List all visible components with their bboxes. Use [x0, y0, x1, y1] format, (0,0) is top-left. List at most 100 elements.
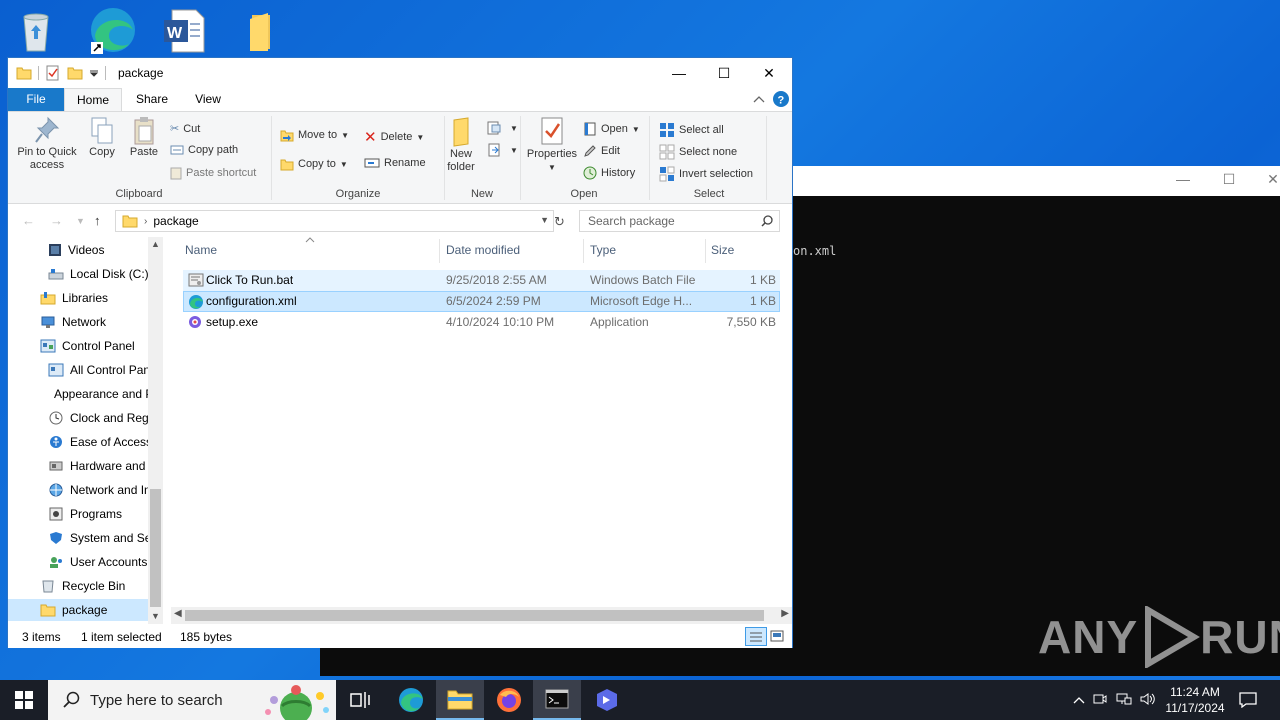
folder-desktop-icon[interactable]: [234, 6, 286, 56]
show-hidden-icons-chevron-icon[interactable]: [1070, 693, 1088, 707]
nav-item-libraries[interactable]: Libraries: [40, 287, 163, 309]
console-window[interactable]: — ☐ ✕ on.xml: [793, 166, 1280, 676]
nav-item-hardware-sound[interactable]: Hardware and Sound: [48, 455, 163, 477]
tab-share[interactable]: Share: [126, 88, 178, 111]
column-header-size[interactable]: Size: [711, 243, 734, 257]
copy-button[interactable]: Copy: [84, 116, 120, 159]
nav-item-recycle-bin[interactable]: Recycle Bin: [40, 575, 163, 597]
column-divider[interactable]: [583, 239, 584, 263]
navigation-scrollbar[interactable]: ▲ ▼: [148, 237, 163, 624]
forward-arrow-icon[interactable]: →: [50, 213, 63, 228]
start-button[interactable]: [0, 680, 48, 720]
customize-toolbar-chevron-icon[interactable]: [89, 68, 99, 78]
nav-item-all-control-panel-items[interactable]: All Control Panel Items: [48, 359, 163, 381]
file-row-configuration-xml[interactable]: configuration.xml 6/5/2024 2:59 PM Micro…: [183, 291, 780, 312]
paste-shortcut-button[interactable]: Paste shortcut: [170, 166, 256, 180]
cut-button[interactable]: ✂ Cut: [170, 122, 200, 136]
taskbar-clock[interactable]: 11:24 AM 11/17/2024: [1160, 684, 1230, 716]
nav-item-system-security[interactable]: System and Security: [48, 527, 163, 549]
nav-item-network[interactable]: Network: [40, 311, 163, 333]
address-bar[interactable]: › package ▼: [115, 210, 554, 232]
taskbar-app-button[interactable]: [583, 680, 631, 720]
large-icons-view-button[interactable]: [770, 629, 784, 646]
up-arrow-icon[interactable]: ↑: [94, 213, 101, 228]
explorer-titlebar[interactable]: package — ☐ ✕: [8, 58, 792, 88]
file-row-click-to-run[interactable]: Click To Run.bat 9/25/2018 2:55 AM Windo…: [183, 270, 780, 291]
task-view-button[interactable]: [336, 680, 384, 720]
properties-quick-icon[interactable]: [45, 65, 61, 81]
console-titlebar[interactable]: — ☐ ✕: [793, 166, 1280, 196]
console-close-button[interactable]: ✕: [1253, 171, 1280, 191]
scroll-up-arrow-icon[interactable]: ▲: [151, 239, 160, 249]
horizontal-scrollbar[interactable]: ◀ ▶: [171, 607, 792, 624]
scroll-right-arrow-icon[interactable]: ▶: [781, 608, 789, 619]
horizontal-scroll-thumb[interactable]: [185, 610, 764, 621]
scroll-down-arrow-icon[interactable]: ▼: [151, 611, 160, 621]
collapse-ribbon-chevron-icon[interactable]: [753, 95, 765, 103]
minimize-button[interactable]: —: [656, 58, 702, 88]
scroll-left-arrow-icon[interactable]: ◀: [174, 608, 182, 619]
nav-item-videos[interactable]: Videos: [48, 239, 163, 261]
paste-button[interactable]: Paste: [124, 116, 164, 159]
delete-button[interactable]: ✕ Delete ▼: [364, 128, 424, 146]
taskbar-search-box[interactable]: Type here to search: [48, 680, 336, 720]
nav-item-control-panel[interactable]: Control Panel: [40, 335, 163, 357]
rename-button[interactable]: Rename: [364, 157, 426, 169]
network-tray-icon[interactable]: [1112, 692, 1136, 709]
close-button[interactable]: ✕: [746, 58, 792, 88]
select-all-button[interactable]: Select all: [659, 122, 724, 138]
word-document-icon[interactable]: W: [158, 6, 210, 56]
column-header-date-modified[interactable]: Date modified: [446, 243, 520, 257]
taskbar-edge-button[interactable]: [387, 680, 435, 720]
console-minimize-button[interactable]: —: [1163, 171, 1203, 191]
recycle-bin-desktop-icon[interactable]: [10, 6, 62, 56]
taskbar-cmd-button[interactable]: [533, 680, 581, 720]
address-dropdown-chevron-icon[interactable]: ▼: [540, 215, 549, 225]
search-input[interactable]: Search package: [579, 210, 780, 232]
notification-center-button[interactable]: [1224, 680, 1272, 720]
console-maximize-button[interactable]: ☐: [1209, 171, 1249, 191]
volume-icon[interactable]: [1136, 692, 1160, 709]
properties-button[interactable]: Properties ▼: [524, 116, 580, 174]
open-button[interactable]: Open ▼: [583, 122, 640, 136]
new-folder-quick-icon[interactable]: [67, 66, 83, 80]
recent-locations-chevron-icon[interactable]: ▼: [76, 216, 85, 226]
nav-item-programs[interactable]: Programs: [48, 503, 163, 525]
nav-item-ease-of-access[interactable]: Ease of Access: [48, 431, 163, 453]
back-arrow-icon[interactable]: ←: [22, 213, 35, 228]
new-item-button[interactable]: ▼: [486, 120, 518, 136]
file-explorer-window[interactable]: package — ☐ ✕ File Home Share View ? Pin…: [7, 57, 793, 648]
column-header-name[interactable]: Name: [185, 243, 217, 257]
select-none-button[interactable]: Select none: [659, 144, 737, 160]
nav-item-user-accounts[interactable]: User Accounts: [48, 551, 163, 573]
easy-access-button[interactable]: ▼: [486, 142, 518, 158]
edit-button[interactable]: Edit: [583, 144, 620, 158]
tab-home[interactable]: Home: [64, 88, 122, 111]
column-divider[interactable]: [439, 239, 440, 263]
new-folder-button[interactable]: New folder: [440, 116, 482, 174]
meet-now-icon[interactable]: [1088, 692, 1112, 709]
nav-item-local-disk[interactable]: Local Disk (C:): [48, 263, 163, 285]
invert-selection-button[interactable]: Invert selection: [659, 166, 753, 182]
tab-file[interactable]: File: [8, 88, 64, 111]
nav-item-appearance[interactable]: Appearance and Personalization: [48, 383, 163, 405]
details-view-button[interactable]: [745, 627, 767, 646]
help-icon[interactable]: ?: [773, 91, 789, 107]
column-divider[interactable]: [705, 239, 706, 263]
navigation-scroll-thumb[interactable]: [150, 489, 161, 607]
nav-item-package[interactable]: package: [8, 599, 148, 621]
taskbar-firefox-button[interactable]: [485, 680, 533, 720]
move-to-button[interactable]: Move to ▼: [280, 128, 349, 142]
edge-shortcut-icon[interactable]: [86, 6, 138, 56]
maximize-button[interactable]: ☐: [701, 58, 747, 88]
copy-to-button[interactable]: Copy to ▼: [280, 157, 348, 171]
taskbar-file-explorer-button[interactable]: [436, 680, 484, 720]
copy-path-button[interactable]: Copy path: [170, 144, 238, 156]
refresh-icon[interactable]: ↻: [554, 214, 565, 230]
history-button[interactable]: History: [583, 166, 635, 180]
pin-to-quick-access-button[interactable]: Pin to Quick access: [14, 116, 80, 172]
nav-item-clock-region[interactable]: Clock and Region: [48, 407, 163, 429]
breadcrumb[interactable]: package: [153, 214, 198, 228]
file-row-setup-exe[interactable]: setup.exe 4/10/2024 10:10 PM Application…: [183, 312, 780, 333]
nav-item-network-internet[interactable]: Network and Internet: [48, 479, 163, 501]
